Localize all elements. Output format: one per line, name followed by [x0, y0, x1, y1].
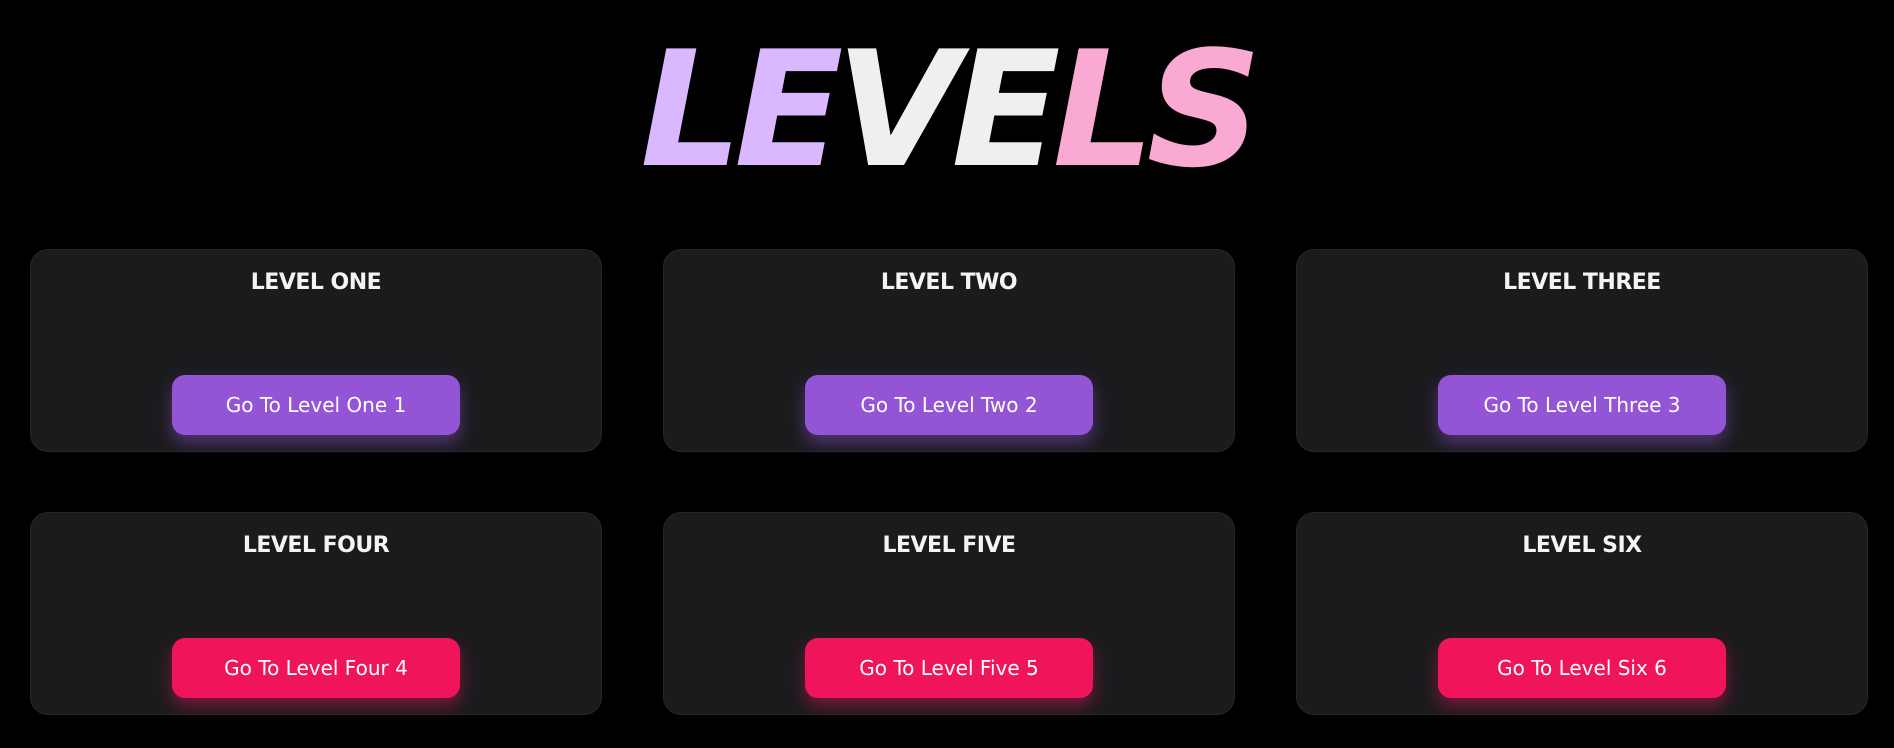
- go-to-level-one-button[interactable]: Go To Level One 1: [172, 375, 460, 435]
- title-letter: L: [1052, 16, 1155, 203]
- title-letter: E: [951, 16, 1060, 203]
- go-to-level-five-button[interactable]: Go To Level Five 5: [805, 638, 1093, 698]
- level-title: LEVEL ONE: [250, 270, 382, 295]
- go-to-level-six-button[interactable]: Go To Level Six 6: [1438, 638, 1726, 698]
- level-card: LEVEL ONE Go To Level One 1: [30, 249, 602, 452]
- title-letter: E: [734, 16, 843, 203]
- level-title: LEVEL FIVE: [882, 533, 1016, 558]
- level-card: LEVEL FOUR Go To Level Four 4: [30, 512, 602, 715]
- level-title: LEVEL SIX: [1522, 533, 1642, 558]
- level-card: LEVEL SIX Go To Level Six 6: [1296, 512, 1868, 715]
- level-grid: LEVEL ONE Go To Level One 1 LEVEL TWO Go…: [30, 249, 1868, 715]
- level-card: LEVEL FIVE Go To Level Five 5: [663, 512, 1235, 715]
- go-to-level-four-button[interactable]: Go To Level Four 4: [172, 638, 460, 698]
- page-title: LEVELS: [0, 16, 1894, 203]
- level-title: LEVEL THREE: [1503, 270, 1661, 295]
- go-to-level-two-button[interactable]: Go To Level Two 2: [805, 375, 1093, 435]
- title-letter: V: [835, 16, 959, 203]
- level-card: LEVEL TWO Go To Level Two 2: [663, 249, 1235, 452]
- title-letter: S: [1146, 16, 1262, 203]
- title-letter: L: [640, 16, 742, 203]
- level-title: LEVEL TWO: [880, 270, 1018, 295]
- go-to-level-three-button[interactable]: Go To Level Three 3: [1438, 375, 1726, 435]
- level-card: LEVEL THREE Go To Level Three 3: [1296, 249, 1868, 452]
- level-title: LEVEL FOUR: [242, 533, 390, 558]
